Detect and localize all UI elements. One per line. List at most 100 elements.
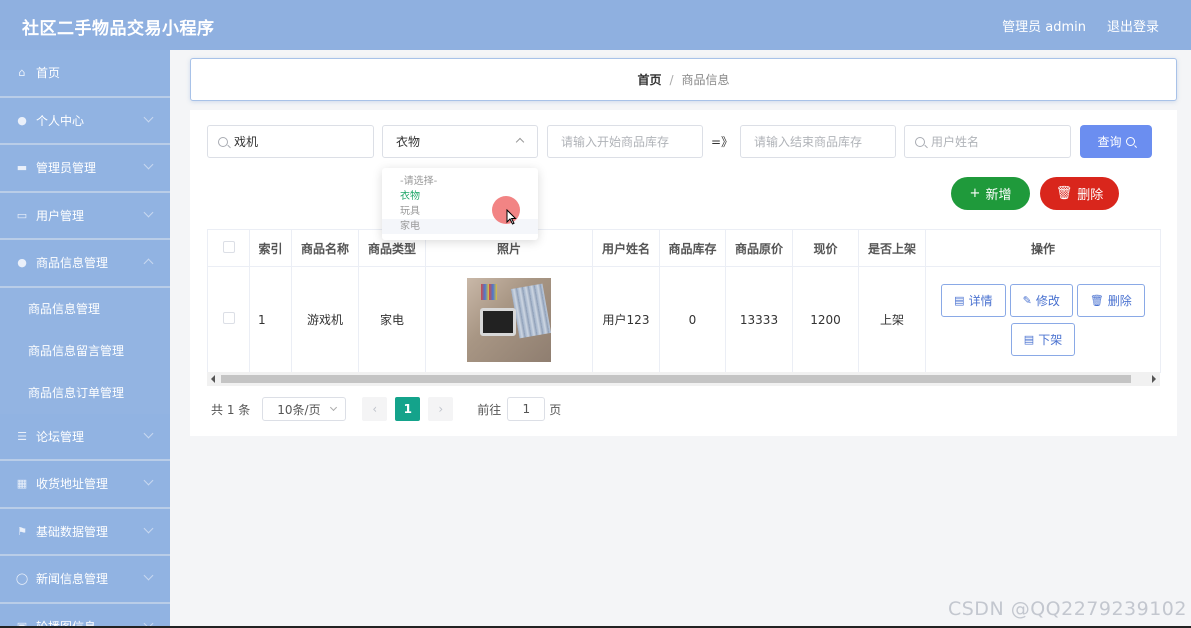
breadcrumb-current: 商品信息	[681, 73, 730, 87]
sidebar-subitem-goods[interactable]: 商品信息管理	[0, 287, 170, 330]
chevron-down-icon	[330, 403, 338, 412]
row-select-cell	[207, 266, 250, 373]
sidebar-item-address[interactable]: ▦ 收货地址管理	[0, 461, 170, 509]
list-icon: ☰	[17, 429, 27, 443]
cell-index: 1	[249, 266, 292, 373]
goto-page-input[interactable]: 1	[507, 397, 546, 421]
scrollbar-thumb[interactable]	[221, 375, 1131, 383]
dropdown-option[interactable]: -请选择-	[382, 174, 538, 189]
search-icon	[915, 136, 925, 147]
add-label: 新增	[985, 188, 1012, 203]
sidebar-item-basedata[interactable]: ⚑ 基础数据管理	[0, 509, 170, 556]
power-icon: ◯	[15, 572, 29, 586]
user-icon: ●	[17, 256, 27, 270]
row-delete-button[interactable]: 🗑 删除	[1076, 283, 1145, 317]
column-header: 用户姓名	[592, 229, 660, 267]
sidebar-item-home[interactable]: ⌂ 首页	[0, 50, 170, 98]
chevron-down-icon	[143, 207, 154, 217]
sidebar-item-label: 首页	[36, 66, 61, 81]
photo-detail	[480, 307, 516, 336]
column-header: 商品库存	[659, 229, 726, 267]
table-header-row: 索引 商品名称 商品类型 照片 用户姓名 商品库存 商品原价 现价 是否上架 操…	[207, 229, 1161, 267]
goods-name-value: 戏机	[234, 135, 259, 149]
document-icon: ▤	[954, 293, 965, 307]
chevron-down-icon	[143, 428, 154, 438]
column-header: 操作	[925, 229, 1161, 267]
detail-button[interactable]: ▤ 详情	[941, 283, 1006, 317]
total-count: 共 1 条	[211, 402, 251, 417]
sidebar-item-forum[interactable]: ☰ 论坛管理	[0, 414, 170, 461]
row-delete-label: 删除	[1107, 293, 1132, 308]
stock-start-input[interactable]: 请输入开始商品库存	[547, 125, 703, 158]
next-page-button[interactable]: ›	[428, 397, 454, 421]
column-header: 商品名称	[291, 229, 359, 267]
chevron-down-icon	[143, 159, 154, 170]
column-header: 是否上架	[858, 229, 926, 267]
sidebar-subitem-goods-orders[interactable]: 商品信息订单管理	[0, 371, 170, 414]
table-horizontal-scrollbar[interactable]	[207, 372, 1160, 386]
sidebar: ⌂ 首页 ● 个人中心 ▬ 管理员管理 ▭ 用户管理 ● 商品信息管理 商品信息…	[0, 50, 170, 628]
add-button[interactable]: + 新增	[951, 177, 1030, 210]
goods-type-select[interactable]: 衣物	[382, 125, 538, 158]
column-header: 索引	[249, 229, 292, 267]
range-arrow: =》	[711, 135, 734, 149]
pencil-icon: ✎	[1022, 293, 1032, 307]
pagination: 共 1 条 10条/页 ‹ 1 › 前往 1 页	[211, 397, 561, 421]
cell-operations: ▤ 详情 ✎ 修改 🗑 删除 ▤ 下架	[925, 266, 1161, 373]
table-row: 1 游戏机 家电 用户123 0 13333 1200 上架 ▤ 详情 ✎ 修改…	[207, 266, 1161, 373]
stock-end-input[interactable]: 请输入结束商品库存	[740, 125, 896, 158]
home-icon: ⌂	[18, 66, 26, 80]
username-search-input[interactable]: 用户姓名	[904, 125, 1071, 158]
sidebar-item-users[interactable]: ▭ 用户管理	[0, 193, 170, 240]
row-checkbox[interactable]	[222, 312, 235, 324]
sidebar-subitem-goods-comments[interactable]: 商品信息留言管理	[0, 329, 170, 372]
offshelf-label: 下架	[1038, 332, 1063, 347]
edit-button[interactable]: ✎ 修改	[1009, 283, 1073, 317]
app-title: 社区二手物品交易小程序	[22, 19, 215, 39]
content-panel: 戏机 衣物 请输入开始商品库存 =》 请输入结束商品库存 用户姓名 查询 + 新…	[190, 110, 1177, 436]
search-icon	[1125, 137, 1135, 146]
page-size-select[interactable]: 10条/页	[262, 397, 347, 421]
select-all-checkbox[interactable]	[222, 240, 235, 253]
cell-username: 用户123	[592, 266, 660, 373]
delete-button[interactable]: 🗑 删除	[1040, 177, 1119, 210]
sidebar-item-label: 用户管理	[36, 208, 85, 223]
breadcrumb-home[interactable]: 首页	[637, 71, 661, 88]
prev-page-button[interactable]: ‹	[362, 397, 388, 421]
trash-icon: 🗑	[1089, 293, 1104, 307]
cell-price: 1200	[792, 266, 859, 373]
cell-photo	[425, 266, 593, 373]
sidebar-item-goods[interactable]: ● 商品信息管理	[0, 240, 170, 288]
photo-detail	[481, 283, 497, 300]
logout-link[interactable]: 退出登录	[1107, 16, 1159, 35]
edit-label: 修改	[1035, 293, 1060, 308]
sidebar-item-label: 商品信息管理	[36, 256, 109, 271]
offshelf-button[interactable]: ▤ 下架	[1010, 322, 1076, 356]
sidebar-item-admin[interactable]: ▬ 管理员管理	[0, 145, 170, 193]
goods-table: 索引 商品名称 商品类型 照片 用户姓名 商品库存 商品原价 现价 是否上架 操…	[207, 229, 1161, 373]
goods-name-search-input[interactable]: 戏机	[207, 125, 374, 158]
scroll-right-icon[interactable]	[1152, 375, 1156, 383]
stock-start-placeholder: 请输入开始商品库存	[561, 135, 670, 149]
stock-end-placeholder: 请输入结束商品库存	[754, 135, 863, 149]
id-card-icon: ▭	[16, 208, 28, 222]
photo-detail	[510, 283, 551, 338]
plus-icon: +	[969, 186, 981, 201]
cell-goods-type: 家电	[358, 266, 426, 373]
sidebar-item-profile[interactable]: ● 个人中心	[0, 98, 170, 145]
flag-icon: ⚑	[17, 524, 27, 538]
chevron-down-icon	[143, 112, 154, 122]
goto-label: 前往	[477, 402, 502, 417]
sidebar-item-news[interactable]: ◯ 新闻信息管理	[0, 556, 170, 604]
sidebar-item-label: 论坛管理	[36, 429, 85, 444]
chevron-down-icon	[143, 570, 154, 581]
chevron-up-icon	[143, 258, 154, 269]
query-button[interactable]: 查询	[1080, 125, 1152, 158]
sidebar-item-carousel[interactable]: ▣ 轮播图信息	[0, 604, 170, 628]
page-number-current[interactable]: 1	[395, 397, 421, 421]
current-user: 管理员 admin	[1002, 20, 1086, 35]
column-header: 现价	[792, 229, 859, 267]
sidebar-item-label: 收货地址管理	[36, 477, 109, 492]
chevron-down-icon	[143, 523, 154, 533]
scroll-left-icon[interactable]	[211, 375, 215, 383]
